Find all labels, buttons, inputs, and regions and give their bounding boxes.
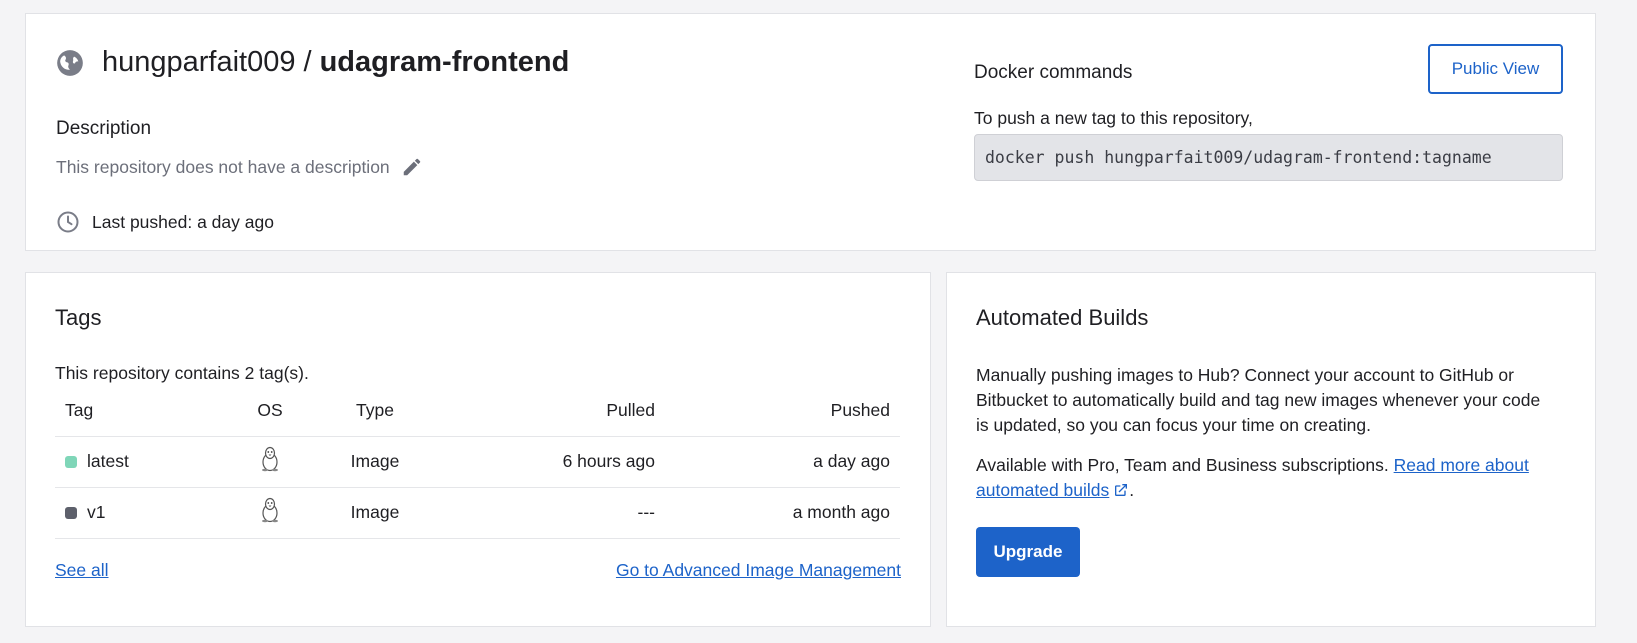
last-pushed: Last pushed: a day ago: [56, 210, 274, 234]
docker-push-command[interactable]: docker push hungparfait009/udagram-front…: [974, 134, 1563, 181]
column-header-tag: Tag: [55, 386, 235, 437]
tags-table: Tag OS Type Pulled Pushed latest Image 6…: [55, 386, 900, 539]
tag-name[interactable]: v1: [87, 502, 105, 523]
tag-pushed: a day ago: [665, 436, 900, 488]
see-all-link[interactable]: See all: [55, 560, 109, 581]
tag-type: Image: [305, 436, 445, 488]
tag-status-dot: [65, 455, 77, 468]
tags-card: Tags This repository contains 2 tag(s). …: [25, 272, 931, 627]
linux-icon: [259, 497, 281, 523]
description-heading: Description: [56, 118, 152, 139]
upgrade-button[interactable]: Upgrade: [976, 527, 1080, 577]
linux-icon: [259, 446, 281, 472]
repository-header-card: hungparfait009 / udagram-frontend Descri…: [25, 13, 1596, 251]
tags-table-header: Tag OS Type Pulled Pushed: [55, 386, 900, 437]
table-row[interactable]: v1 Image --- a month ago: [55, 487, 900, 539]
automated-builds-availability: Available with Pro, Team and Business su…: [976, 453, 1556, 503]
tags-count-text: This repository contains 2 tag(s).: [55, 363, 309, 383]
advanced-image-management-link[interactable]: Go to Advanced Image Management: [616, 560, 901, 581]
description-value: This repository does not have a descript…: [56, 156, 390, 177]
repo-title: hungparfait009 / udagram-frontend: [56, 46, 569, 79]
availability-text: Available with Pro, Team and Business su…: [976, 455, 1394, 475]
external-link-icon: [1113, 482, 1129, 498]
repo-separator: /: [303, 46, 312, 78]
table-row[interactable]: latest Image 6 hours ago a day ago: [55, 436, 900, 488]
availability-suffix: .: [1129, 480, 1135, 500]
tag-status-dot: [65, 506, 77, 519]
description-text: This repository does not have a descript…: [56, 156, 423, 178]
tag-type: Image: [305, 487, 445, 539]
column-header-pushed: Pushed: [665, 386, 900, 437]
column-header-os: OS: [235, 386, 305, 437]
automated-builds-description: Manually pushing images to Hub? Connect …: [976, 365, 1541, 435]
column-header-pulled: Pulled: [445, 386, 665, 437]
public-view-button[interactable]: Public View: [1428, 44, 1563, 94]
tag-pulled: ---: [445, 487, 665, 539]
docker-commands-heading: Docker commands: [974, 62, 1133, 83]
repo-namespace[interactable]: hungparfait009: [102, 46, 296, 79]
automated-builds-card: Automated Builds Manually pushing images…: [946, 272, 1596, 627]
tag-name[interactable]: latest: [87, 451, 129, 472]
tags-heading: Tags: [55, 305, 102, 330]
tag-pushed: a month ago: [665, 487, 900, 539]
column-header-type: Type: [305, 386, 445, 437]
automated-builds-heading: Automated Builds: [976, 305, 1149, 330]
tag-pulled: 6 hours ago: [445, 436, 665, 488]
globe-icon: [56, 49, 84, 77]
edit-pencil-icon[interactable]: [401, 156, 423, 178]
docker-commands-subtext: To push a new tag to this repository,: [974, 108, 1253, 128]
clock-icon: [56, 210, 80, 234]
repo-name: udagram-frontend: [319, 46, 570, 78]
last-pushed-text: Last pushed: a day ago: [92, 211, 274, 232]
